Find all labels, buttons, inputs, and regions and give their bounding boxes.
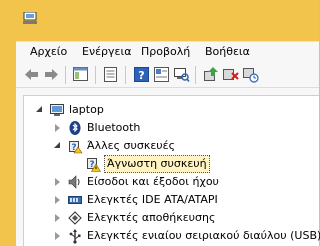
usb-icon	[69, 229, 81, 244]
collapse-arrow-icon[interactable]	[53, 141, 63, 151]
back-icon[interactable]	[23, 66, 40, 83]
device-manager-window: Αρχείο Ενέργεια Προβολή Βοήθεια ? laptop…	[0, 0, 320, 246]
expand-arrow-icon[interactable]	[53, 195, 63, 205]
tree-item-label: Είσοδοι και έξοδοι ήχου	[87, 175, 219, 188]
expand-arrow-icon[interactable]	[53, 123, 63, 133]
other-devices-icon: ?	[69, 141, 83, 154]
tree-item-other-devices[interactable]: ? Άλλες συσκευές	[53, 137, 175, 155]
menu-bar: Αρχείο Ενέργεια Προβολή Βοήθεια	[16, 41, 319, 61]
title-bar[interactable]	[0, 0, 319, 40]
menu-action[interactable]: Ενέργεια	[82, 45, 131, 58]
help-icon[interactable]: ?	[133, 66, 150, 83]
tree-item-audio-io[interactable]: Είσοδοι και έξοδοι ήχου	[53, 173, 219, 191]
tree-item-ide-controllers[interactable]: Ελεγκτές IDE ATA/ATAPI	[53, 191, 218, 209]
bluetooth-icon	[69, 121, 81, 135]
speaker-icon	[68, 175, 80, 189]
svg-text:?: ?	[138, 69, 144, 82]
menu-file[interactable]: Αρχείο	[30, 45, 67, 58]
tree-item-label: Ελεγκτές αποθήκευσης	[87, 211, 216, 224]
tree-item-usb-controllers[interactable]: Ελεγκτές ενιαίου σειριακού διαύλου (USB)	[53, 227, 320, 245]
ide-controller-icon	[68, 196, 82, 204]
menu-view[interactable]: Προβολή	[141, 45, 190, 58]
show-hide-console-tree-icon[interactable]	[72, 66, 89, 83]
unknown-device-warning-icon: ?	[87, 158, 101, 172]
tree-item-label: laptop	[69, 103, 104, 116]
toolbar-separator	[125, 66, 126, 84]
expand-arrow-icon[interactable]	[53, 213, 63, 223]
toolbar: ?	[16, 61, 319, 88]
uninstall-icon[interactable]	[222, 66, 239, 83]
storage-controller-icon	[68, 211, 82, 225]
update-driver-icon[interactable]	[202, 66, 219, 83]
expand-arrow-icon[interactable]	[53, 177, 63, 187]
device-manager-app-icon	[23, 12, 37, 24]
toolbar-separator	[195, 66, 196, 84]
disable-device-icon[interactable]	[242, 66, 259, 83]
toolbar-separator	[65, 66, 66, 84]
expand-arrow-icon[interactable]	[53, 231, 63, 241]
menu-help[interactable]: Βοήθεια	[205, 45, 250, 58]
tree-item-label: Ελεγκτές ενιαίου σειριακού διαύλου (USB)	[87, 229, 320, 242]
view-icon[interactable]	[153, 66, 170, 83]
computer-icon	[50, 104, 64, 116]
tree-item-label: Ελεγκτές IDE ATA/ATAPI	[87, 193, 218, 206]
device-tree[interactable]: laptop Bluetooth ? Άλλες συσκευές ? Άγνω…	[23, 95, 320, 246]
tree-item-label: Άλλες συσκευές	[87, 139, 176, 152]
tree-item-unknown-device[interactable]: ? Άγνωστη συσκευή	[85, 155, 210, 173]
collapse-arrow-icon[interactable]	[35, 105, 45, 115]
tree-item-bluetooth[interactable]: Bluetooth	[53, 119, 140, 137]
tree-root-laptop[interactable]: laptop	[35, 101, 104, 119]
scan-hardware-icon[interactable]	[173, 66, 190, 83]
properties-icon[interactable]	[102, 66, 119, 83]
tree-item-label: Bluetooth	[87, 121, 141, 134]
toolbar-separator	[95, 66, 96, 84]
tree-item-storage-controllers[interactable]: Ελεγκτές αποθήκευσης	[53, 209, 215, 227]
forward-icon[interactable]	[43, 66, 60, 83]
tree-item-label: Άγνωστη συσκευή	[104, 155, 210, 173]
